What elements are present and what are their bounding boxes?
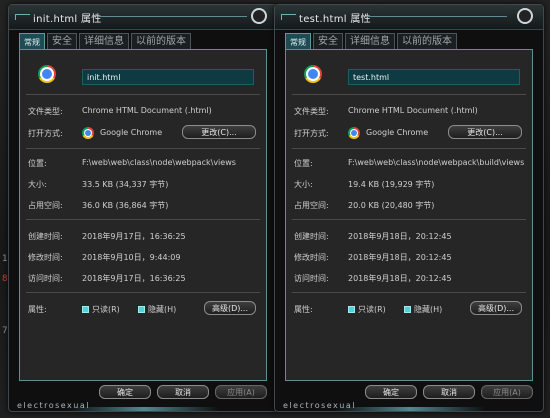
divider	[292, 219, 526, 220]
tab-general[interactable]: 常规	[19, 33, 45, 50]
hidden-label: 隐藏(H)	[148, 305, 177, 314]
chrome-icon	[304, 65, 322, 83]
background-text: 1	[2, 254, 8, 264]
modified-label: 修改时间:	[28, 253, 63, 262]
size-label: 大小:	[294, 180, 313, 189]
readonly-label: 只读(R)	[92, 305, 120, 314]
modified-value: 2018年9月10日，9:44:09	[82, 253, 181, 262]
title-bar[interactable]: init.html 属性	[9, 5, 277, 30]
background-text: 8	[2, 274, 8, 284]
created-value: 2018年9月18日，20:12:45	[348, 232, 452, 241]
file-type-value: Chrome HTML Document (.html)	[348, 106, 478, 115]
apply-button[interactable]: 应用(A)	[215, 385, 267, 399]
readonly-label: 只读(R)	[358, 305, 386, 314]
properties-window-test: test.html 属性 常规 安全 详细信息 以前的版本 test.html …	[274, 4, 544, 412]
cancel-button[interactable]: 取消	[423, 385, 475, 399]
hidden-checkbox[interactable]	[138, 306, 145, 313]
properties-window-init: init.html 属性 常规 安全 详细信息 以前的版本 init.html …	[8, 4, 278, 412]
attributes-label: 属性:	[294, 305, 313, 314]
footer-glow	[335, 407, 485, 411]
accessed-label: 访问时间:	[294, 274, 329, 283]
tab-general[interactable]: 常规	[285, 33, 311, 50]
footer-glow	[69, 407, 219, 411]
window-control-icon[interactable]	[517, 8, 533, 24]
open-with-label: 打开方式:	[294, 129, 329, 138]
chrome-icon	[82, 127, 94, 139]
change-button[interactable]: 更改(C)...	[448, 125, 522, 139]
location-label: 位置:	[28, 159, 47, 168]
divider	[292, 94, 526, 95]
created-label: 创建时间:	[28, 232, 63, 241]
ok-button[interactable]: 确定	[99, 385, 151, 399]
title-decoration	[15, 14, 30, 20]
disk-size-label: 占用空间:	[294, 201, 329, 210]
theme-brand: electrosexual	[17, 401, 90, 410]
file-type-label: 文件类型:	[28, 107, 63, 116]
title-line	[99, 16, 247, 17]
title-decoration	[281, 14, 296, 20]
created-label: 创建时间:	[294, 232, 329, 241]
apply-button[interactable]: 应用(A)	[481, 385, 533, 399]
divider	[292, 292, 526, 293]
advanced-button[interactable]: 高级(D)...	[204, 301, 256, 315]
tab-security[interactable]: 安全	[313, 33, 343, 50]
file-name-input[interactable]: init.html	[82, 69, 254, 85]
advanced-button[interactable]: 高级(D)...	[470, 301, 522, 315]
open-with-value: Google Chrome	[100, 128, 163, 137]
general-panel: init.html 文件类型: Chrome HTML Document (.h…	[19, 49, 267, 381]
hidden-label: 隐藏(H)	[414, 305, 443, 314]
file-type-label: 文件类型:	[294, 107, 329, 116]
divider	[26, 292, 260, 293]
ok-button[interactable]: 确定	[365, 385, 417, 399]
tab-previous-versions[interactable]: 以前的版本	[397, 33, 457, 50]
title-bar[interactable]: test.html 属性	[275, 5, 543, 30]
chrome-icon	[38, 65, 56, 83]
disk-size-value: 20.0 KB (20,480 字节)	[348, 201, 435, 210]
file-type-value: Chrome HTML Document (.html)	[82, 106, 212, 115]
size-value: 33.5 KB (34,337 字节)	[82, 180, 169, 189]
size-value: 19.4 KB (19,929 字节)	[348, 180, 435, 189]
modified-label: 修改时间:	[294, 253, 329, 262]
disk-size-label: 占用空间:	[28, 201, 63, 210]
open-with-label: 打开方式:	[28, 129, 63, 138]
general-panel: test.html 文件类型: Chrome HTML Document (.h…	[285, 49, 533, 381]
accessed-value: 2018年9月18日，20:12:45	[348, 274, 452, 283]
accessed-label: 访问时间:	[28, 274, 63, 283]
file-name-input[interactable]: test.html	[348, 69, 520, 85]
readonly-checkbox[interactable]	[82, 306, 89, 313]
open-with-value: Google Chrome	[366, 128, 429, 137]
cancel-button[interactable]: 取消	[157, 385, 209, 399]
hidden-checkbox[interactable]	[404, 306, 411, 313]
title-line	[367, 16, 507, 17]
window-title: init.html 属性	[33, 14, 102, 25]
divider	[26, 94, 260, 95]
tab-details[interactable]: 详细信息	[79, 33, 129, 50]
theme-brand: electrosexual	[283, 401, 356, 410]
location-label: 位置:	[294, 159, 313, 168]
location-value: F:\web\web\class\node\webpack\views	[82, 158, 236, 167]
tab-details[interactable]: 详细信息	[345, 33, 395, 50]
readonly-checkbox[interactable]	[348, 306, 355, 313]
modified-value: 2018年9月18日，20:12:45	[348, 253, 452, 262]
location-value: F:\web\web\class\node\webpack\build\view…	[348, 158, 525, 167]
accessed-value: 2018年9月17日，16:36:25	[82, 274, 186, 283]
attributes-label: 属性:	[28, 305, 47, 314]
window-title: test.html 属性	[299, 14, 371, 25]
change-button[interactable]: 更改(C)...	[182, 125, 256, 139]
tab-security[interactable]: 安全	[47, 33, 77, 50]
created-value: 2018年9月17日，16:36:25	[82, 232, 186, 241]
tab-previous-versions[interactable]: 以前的版本	[131, 33, 191, 50]
divider	[26, 219, 260, 220]
divider	[26, 148, 260, 149]
window-control-icon[interactable]	[251, 8, 267, 24]
disk-size-value: 36.0 KB (36,864 字节)	[82, 201, 169, 210]
chrome-icon	[348, 127, 360, 139]
size-label: 大小:	[28, 180, 47, 189]
divider	[292, 148, 526, 149]
